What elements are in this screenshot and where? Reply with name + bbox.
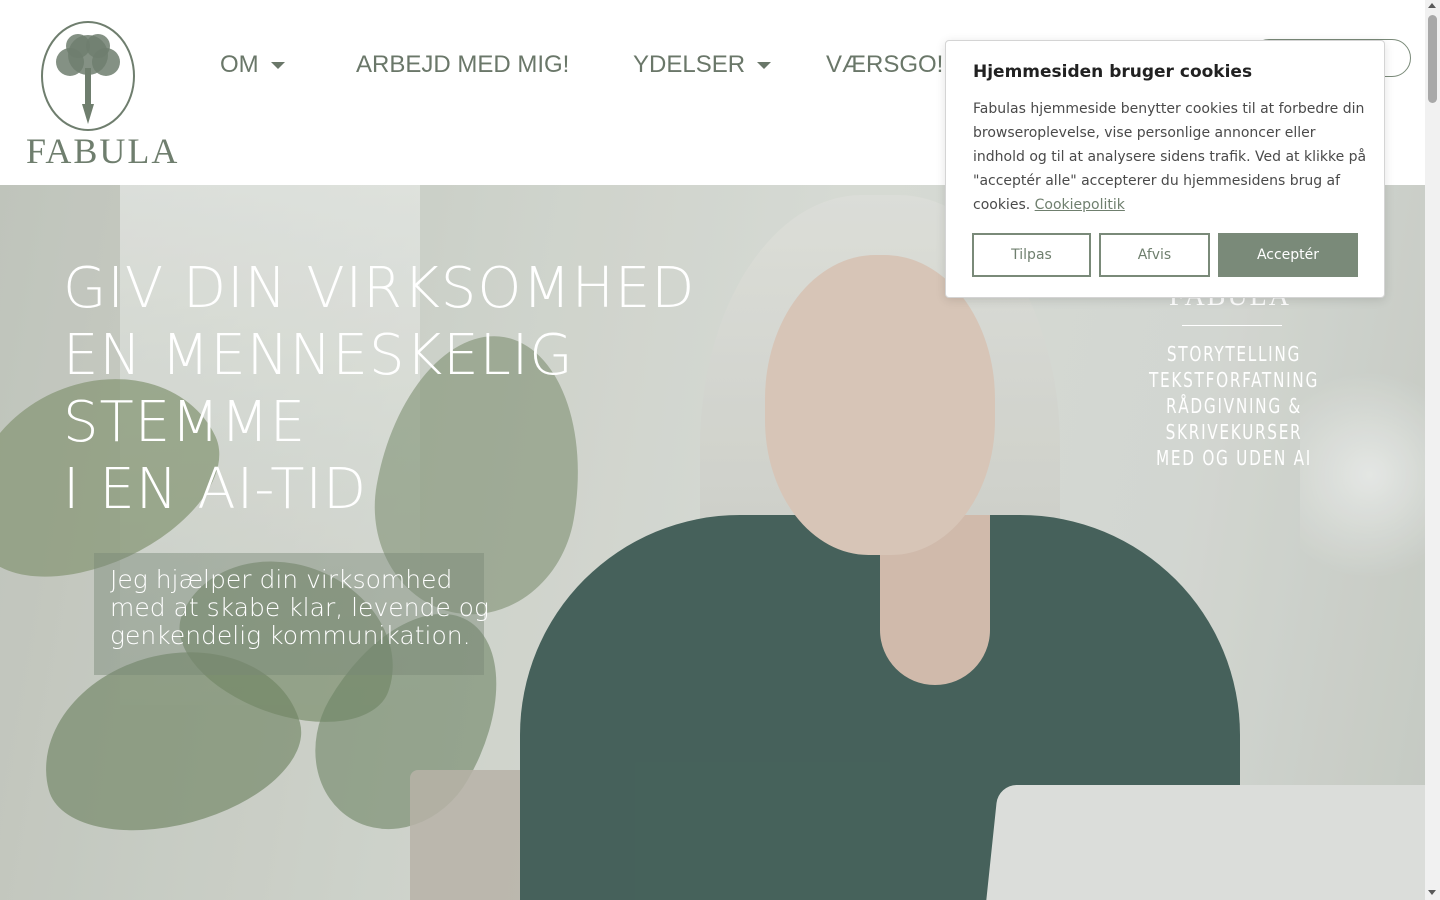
page-scrollbar[interactable] [1425, 0, 1440, 900]
cookie-consent-dialog: Hjemmesiden bruger cookies Fabulas hjemm… [945, 40, 1385, 298]
hero-title-line: EN MENNESKELIG [63, 323, 574, 388]
nav-item-label: ARBEJD MED MIG! [356, 51, 570, 78]
hero-subtitle-line: Jeg hjælper din virksomhed [110, 565, 453, 594]
tree-icon [41, 21, 135, 131]
logo-wordmark: FABULA [26, 131, 180, 171]
scroll-down-arrow-icon[interactable] [1428, 890, 1436, 895]
hero-services-list: STORYTELLING TEKSTFORFATNING RÅDGIVNING … [1149, 341, 1319, 471]
scroll-up-arrow-icon[interactable] [1428, 3, 1436, 8]
reject-cookies-button[interactable]: Afvis [1099, 233, 1210, 277]
caret-down-icon [757, 61, 772, 69]
service-item: TEKSTFORFATNING [1149, 368, 1319, 392]
fabula-logo[interactable]: FABULA [26, 20, 177, 171]
cookie-dialog-title: Hjemmesiden bruger cookies [973, 62, 1253, 82]
service-item: STORYTELLING [1166, 342, 1302, 366]
hero-subtitle-line: genkendelig kommunikation. [110, 621, 471, 650]
cookie-description: Fabulas hjemmeside benytter cookies til … [973, 101, 1367, 213]
cookie-policy-link[interactable]: Cookiepolitik [1035, 197, 1125, 213]
nav-item-label: OM [220, 51, 259, 78]
nav-item-label: VÆRSGO! [826, 51, 944, 78]
service-item: RÅDGIVNING & [1165, 394, 1303, 418]
hero-title-line: GIV DIN VIRKSOMHED [63, 256, 696, 321]
hero-title-line: I EN AI-TID [63, 457, 368, 522]
scrollbar-thumb[interactable] [1428, 15, 1437, 103]
nav-item-arbejd-med-mig[interactable]: ARBEJD MED MIG! [356, 44, 569, 86]
nav-item-ydelser[interactable]: YDELSER [633, 44, 772, 86]
hero-subtitle-line: med at skabe klar, levende og [110, 593, 489, 622]
cookie-dialog-text: Fabulas hjemmeside benytter cookies til … [973, 97, 1368, 217]
accept-cookies-button[interactable]: Acceptér [1218, 233, 1358, 277]
hero-brand-divider [1182, 325, 1282, 326]
nav-item-label: YDELSER [633, 51, 746, 78]
hero-title: GIV DIN VIRKSOMHED EN MENNESKELIG STEMME… [63, 255, 763, 523]
service-item: MED OG UDEN AI [1156, 446, 1312, 470]
nav-item-om[interactable]: OM [220, 44, 285, 86]
customize-cookies-button[interactable]: Tilpas [972, 233, 1091, 277]
service-item: SKRIVEKURSER [1165, 420, 1303, 444]
caret-down-icon [270, 61, 285, 69]
hero-title-line: STEMME [63, 390, 307, 455]
hero-subtitle: Jeg hjælper din virksomhed med at skabe … [110, 566, 490, 650]
